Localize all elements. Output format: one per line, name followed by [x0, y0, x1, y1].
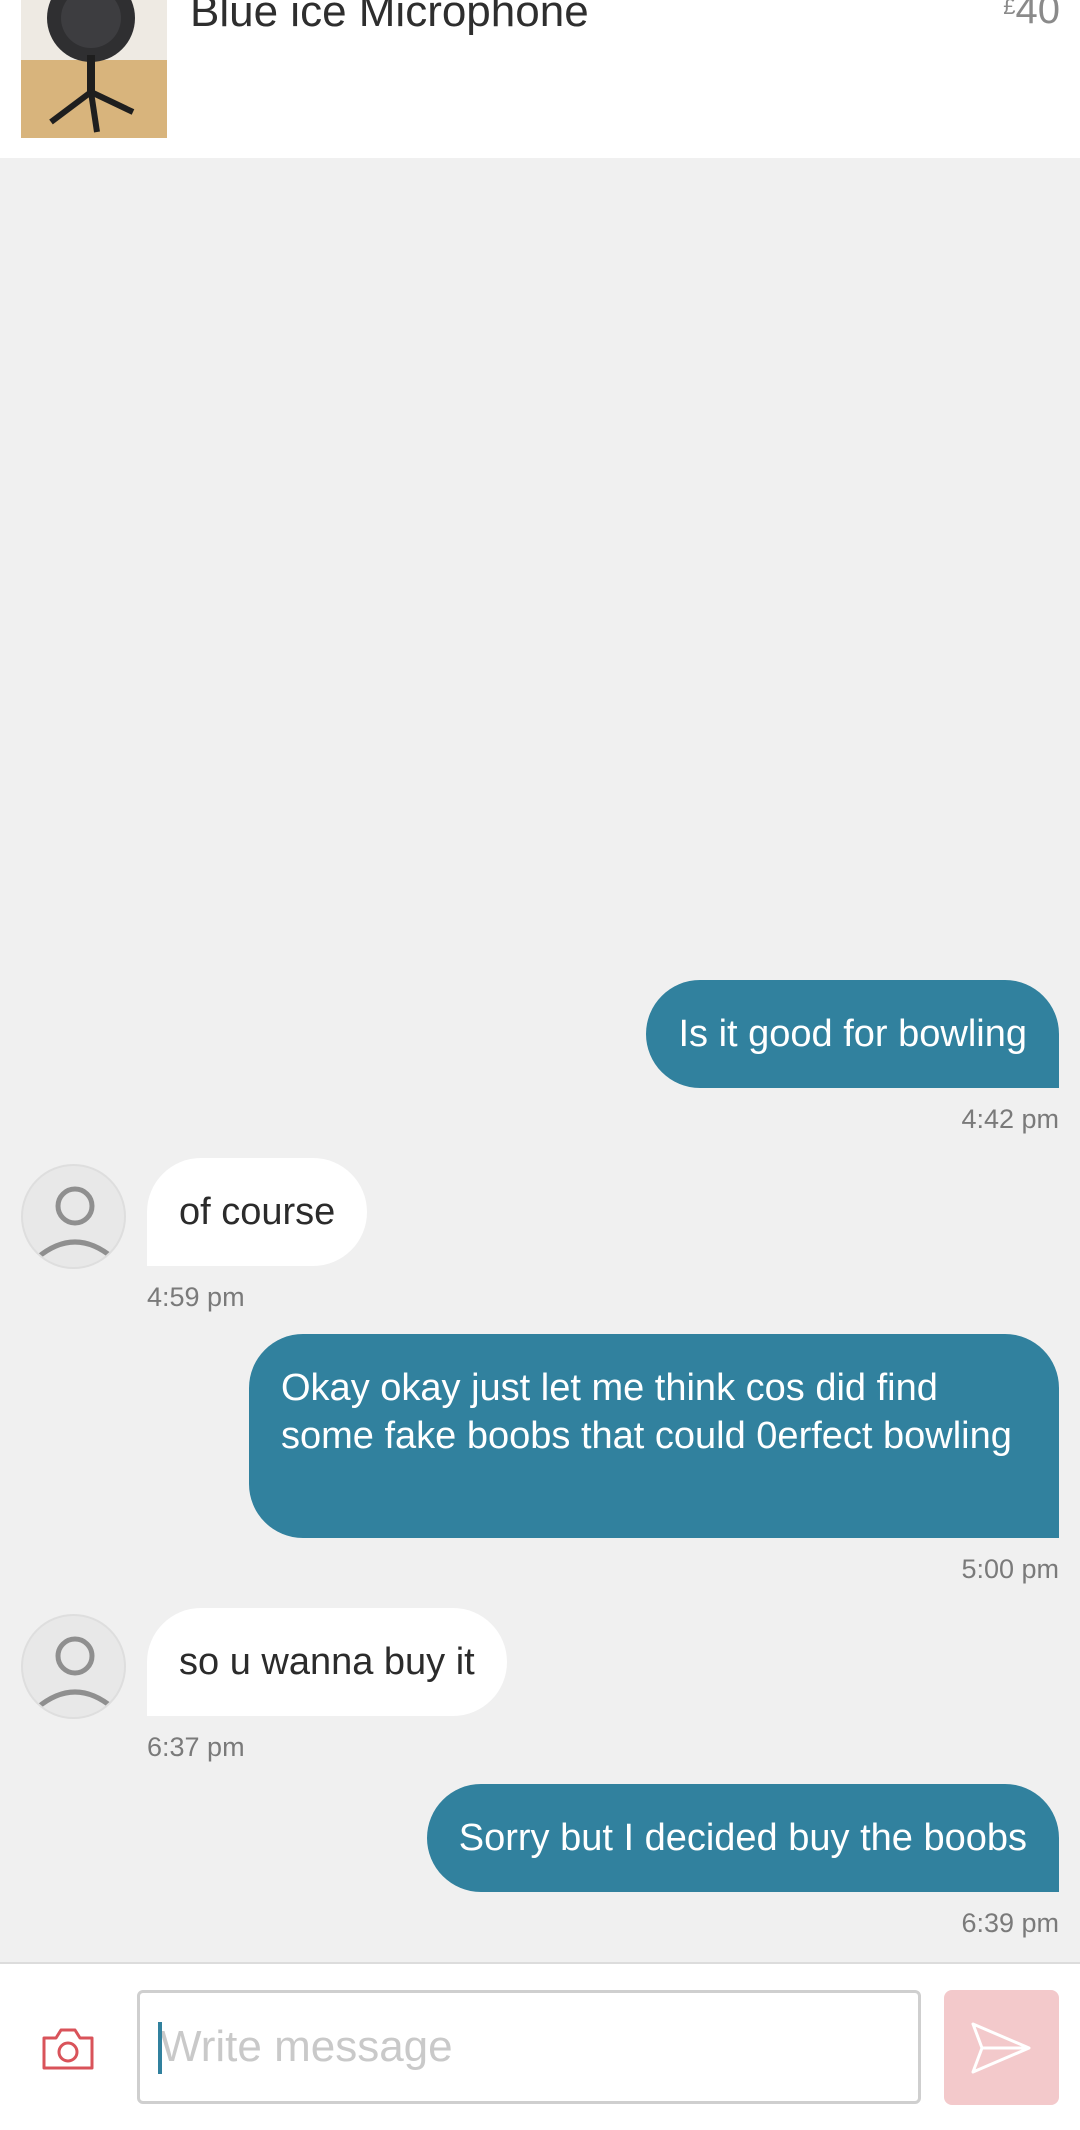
sender-avatar — [21, 1164, 126, 1269]
message-timestamp: 5:00 pm — [961, 1554, 1059, 1584]
user-avatar-icon — [35, 1636, 115, 1710]
sender-avatar — [21, 1614, 126, 1719]
message-text: so u wanna buy it — [179, 1641, 475, 1683]
message-composer — [0, 1962, 1080, 2130]
message-bubble-outgoing: Okay okay just let me think cos did find… — [249, 1334, 1059, 1538]
product-price: £40 — [1003, 0, 1060, 30]
product-title: Blue ice Microphone — [190, 0, 589, 36]
message-text: Sorry but I decided buy the boobs — [458, 1817, 1027, 1859]
product-thumbnail[interactable] — [21, 0, 167, 138]
message-text: Is it good for bowling — [678, 1013, 1027, 1055]
price-currency: £ — [1003, 0, 1016, 19]
message-bubble-outgoing: Is it good for bowling — [646, 980, 1059, 1088]
message-text: of course — [179, 1191, 336, 1233]
message-timestamp: 6:39 pm — [961, 1908, 1059, 1938]
message-timestamp: 4:42 pm — [961, 1104, 1059, 1134]
message-timestamp: 4:59 pm — [147, 1282, 245, 1312]
message-input[interactable] — [137, 1990, 921, 2104]
camera-button[interactable] — [40, 2024, 96, 2072]
message-bubble-incoming: so u wanna buy it — [147, 1608, 507, 1716]
message-text: Okay okay just let me think cos did find… — [281, 1367, 1012, 1457]
send-icon — [971, 2022, 1031, 2074]
camera-icon — [42, 2028, 94, 2070]
send-button[interactable] — [944, 1990, 1059, 2105]
message-timestamp: 6:37 pm — [147, 1732, 245, 1762]
text-caret — [158, 2022, 162, 2074]
message-bubble-outgoing: Sorry but I decided buy the boobs — [426, 1784, 1059, 1892]
item-header[interactable]: Blue ice Microphone £40 — [0, 0, 1080, 158]
price-amount: 40 — [1015, 0, 1061, 32]
message-bubble-incoming: of course — [147, 1158, 368, 1266]
message-list[interactable]: Is it good for bowling 4:42 pm of course… — [0, 158, 1080, 1964]
user-avatar-icon — [35, 1186, 115, 1260]
